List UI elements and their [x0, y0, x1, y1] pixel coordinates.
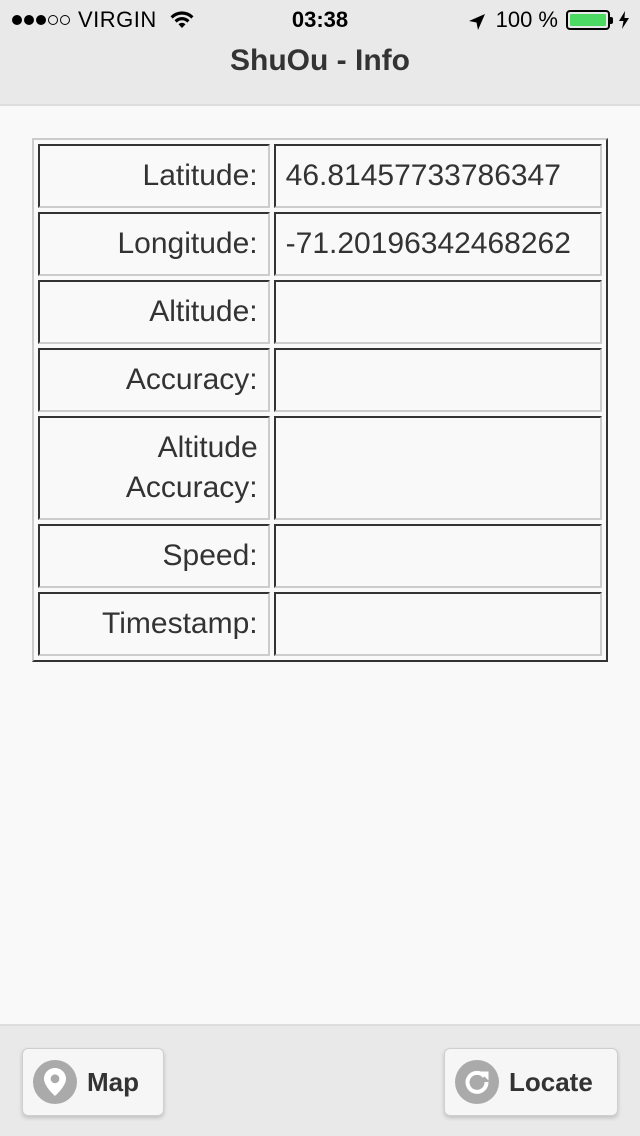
map-pin-icon [33, 1060, 77, 1104]
status-right: 100 % [468, 7, 630, 33]
refresh-icon [455, 1060, 499, 1104]
map-button-label: Map [87, 1066, 139, 1097]
info-row-label: Latitude: [38, 144, 270, 208]
info-row: Altitude: [38, 280, 602, 344]
info-row-value: -71.20196342468262 [273, 212, 602, 276]
info-row-label: Speed: [38, 524, 270, 588]
info-row-value [273, 592, 602, 656]
battery-icon [566, 10, 613, 30]
info-row-value [273, 280, 602, 344]
info-row: Longitude: -71.20196342468262 [38, 212, 602, 276]
info-row-label: Altitude Accuracy: [38, 416, 270, 520]
header-bar: VIRGIN 03:38 100 % ShuOu - Info [0, 0, 640, 106]
battery-level-fill [570, 14, 606, 26]
info-row-label: Accuracy: [38, 348, 270, 412]
info-row: Speed: [38, 524, 602, 588]
info-row-value: 46.81457733786347 [273, 144, 602, 208]
info-table-container: Latitude: 46.81457733786347 Longitude: -71.… [32, 138, 608, 662]
info-row-value [273, 524, 602, 588]
map-button[interactable]: Map [22, 1048, 164, 1116]
info-row-label: Timestamp: [38, 592, 270, 656]
page-title: ShuOu - Info [230, 44, 410, 77]
info-row-value [273, 416, 602, 520]
info-row-label: Altitude: [38, 280, 270, 344]
charging-icon [618, 10, 630, 30]
status-bar: VIRGIN 03:38 100 % [0, 0, 640, 40]
footer-toolbar: Map Locate [0, 1024, 640, 1136]
info-row-label: Longitude: [38, 212, 270, 276]
info-table: Latitude: 46.81457733786347 Longitude: -71.… [32, 138, 608, 662]
locate-button[interactable]: Locate [444, 1048, 618, 1116]
battery-percentage: 100 % [495, 7, 558, 32]
info-row: Accuracy: [38, 348, 602, 412]
info-row: Altitude Accuracy: [38, 416, 602, 520]
info-row-value [273, 348, 602, 412]
locate-button-label: Locate [509, 1066, 593, 1097]
info-row: Timestamp: [38, 592, 602, 656]
info-row: Latitude: 46.81457733786347 [38, 144, 602, 208]
location-arrow-icon [468, 11, 486, 30]
